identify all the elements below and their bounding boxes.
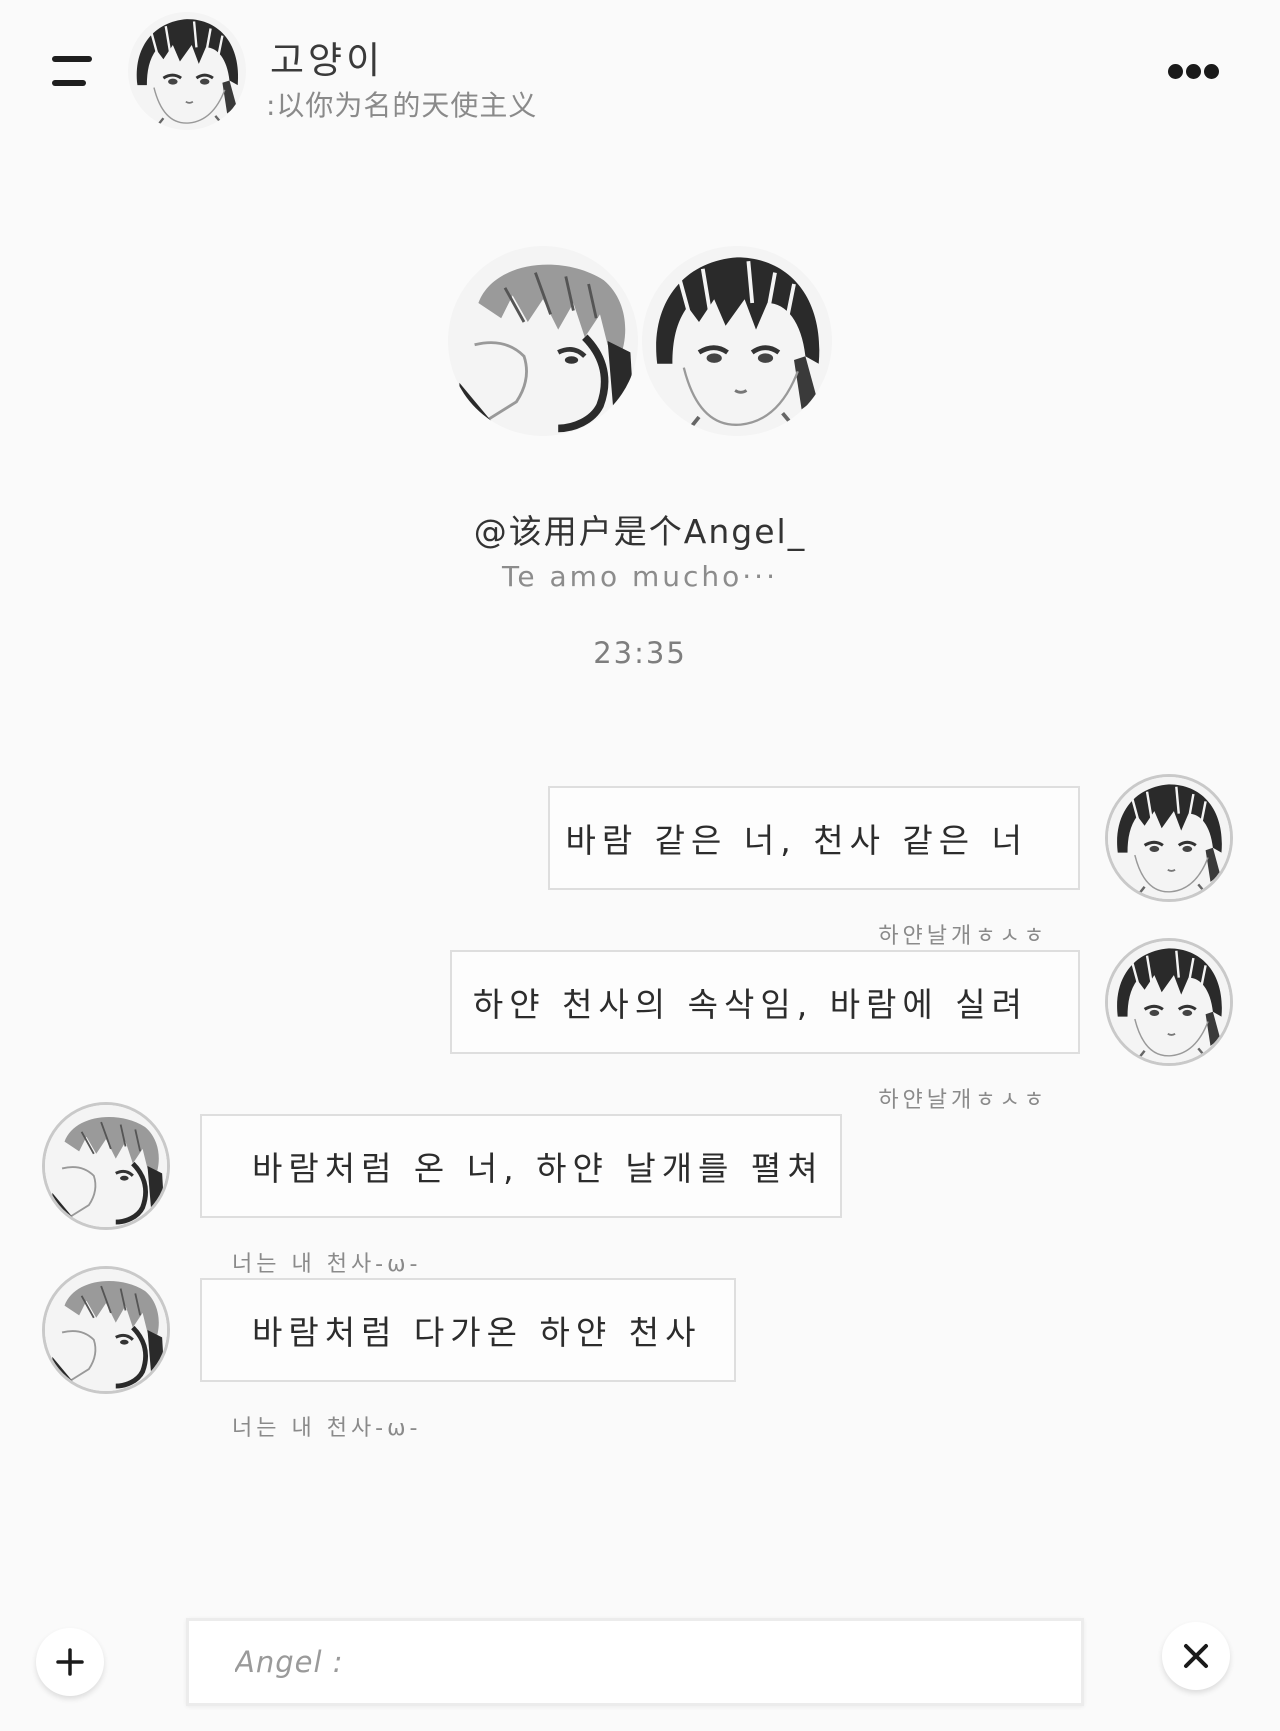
message-caption: 너는 내 천사-ω- <box>232 1416 422 1441</box>
menu-button[interactable] <box>48 50 96 90</box>
couple-avatar-left <box>448 246 638 436</box>
more-dots-icon <box>1168 64 1183 79</box>
sender-avatar[interactable] <box>1105 938 1233 1066</box>
message-bubble[interactable]: 바람처럼 온 너, 하얀 날개를 펼쳐 <box>200 1114 842 1218</box>
message-text: 바람처럼 다가온 하얀 천사 <box>252 1313 702 1352</box>
message-text: 바람 같은 너, 천사 같은 너 <box>565 821 1028 860</box>
contact-avatar[interactable] <box>128 12 246 130</box>
profile-username: @该用户是个Angel_ <box>473 512 807 551</box>
sender-avatar[interactable] <box>1105 774 1233 902</box>
message-bubble[interactable]: 바람 같은 너, 천사 같은 너 <box>548 786 1080 890</box>
contact-name: 고양이 <box>270 39 385 82</box>
plus-icon <box>56 1648 84 1676</box>
add-attachment-button[interactable] <box>36 1628 104 1696</box>
message-bubble[interactable]: 바람처럼 다가온 하얀 천사 <box>200 1278 736 1382</box>
message-text: 하얀 천사의 속삭임, 바람에 실려 <box>472 985 1028 1024</box>
more-options-button[interactable] <box>1168 60 1220 84</box>
chat-timestamp: 23:35 <box>593 636 687 670</box>
contact-avatar-small[interactable] <box>42 1266 170 1394</box>
message-caption: 하얀날개ㅎㅅㅎ <box>878 1088 1048 1113</box>
close-button[interactable] <box>1162 1622 1230 1690</box>
profile-status: Te amo mucho··· <box>502 560 778 593</box>
message-text: 바람처럼 온 너, 하얀 날개를 펼쳐 <box>252 1149 824 1188</box>
contact-subtitle: :以你为名的天使主义 <box>266 89 538 122</box>
menu-icon <box>52 56 92 62</box>
close-icon <box>1184 1644 1208 1668</box>
message-caption: 너는 내 천사-ω- <box>232 1252 422 1277</box>
message-input-box[interactable] <box>186 1618 1084 1706</box>
message-bubble[interactable]: 하얀 천사의 속삭임, 바람에 실려 <box>450 950 1080 1054</box>
message-input[interactable] <box>189 1621 1081 1703</box>
message-caption: 하얀날개ㅎㅅㅎ <box>878 924 1048 949</box>
couple-avatar-right <box>642 246 832 436</box>
contact-avatar-small[interactable] <box>42 1102 170 1230</box>
